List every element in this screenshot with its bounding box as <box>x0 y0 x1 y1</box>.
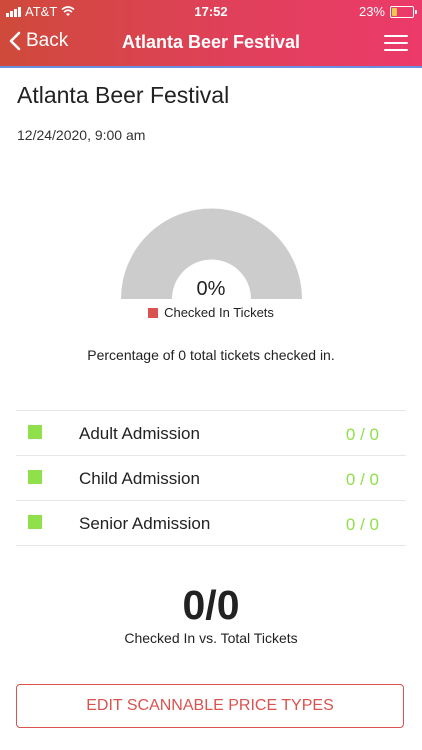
status-square-icon <box>28 470 42 484</box>
list-item: Adult Admission 0 / 0 <box>16 411 406 456</box>
checkin-summary: Percentage of 0 total tickets checked in… <box>87 347 335 363</box>
total-ratio-label: Checked In vs. Total Tickets <box>124 630 298 646</box>
legend-swatch <box>148 307 159 318</box>
admission-count: 0 / 0 <box>345 470 379 489</box>
hamburger-menu-icon[interactable] <box>384 35 408 51</box>
list-item: Senior Admission 0 / 0 <box>16 501 406 546</box>
admission-list: Adult Admission 0 / 0 Child Admission 0 … <box>16 410 406 546</box>
admission-label: Senior Admission <box>79 514 211 533</box>
nav-title: Atlanta Beer Festival <box>121 32 301 52</box>
battery-icon <box>390 5 417 18</box>
list-item: Child Admission 0 / 0 <box>16 456 406 501</box>
edit-price-types-button[interactable]: EDIT SCANNABLE PRICE TYPES <box>16 684 404 728</box>
admission-count: 0 / 0 <box>345 425 379 444</box>
status-right: 23% <box>358 4 417 19</box>
page-title: Atlanta Beer Festival <box>17 82 230 108</box>
admission-label: Adult Admission <box>79 424 200 443</box>
header-divider <box>0 66 422 68</box>
event-datetime: 12/24/2020, 9:00 am <box>17 127 146 143</box>
status-square-icon <box>28 515 42 529</box>
gauge-percent-label: 0% <box>196 278 226 300</box>
total-ratio: 0/0 <box>182 582 240 628</box>
status-square-icon <box>28 425 42 439</box>
battery-percent: 23% <box>358 4 385 19</box>
legend-label: Checked In Tickets <box>164 305 274 320</box>
status-bar: AT&T 17:52 23% <box>0 0 422 22</box>
admission-count: 0 / 0 <box>345 515 379 534</box>
gauge-legend: Checked In Tickets <box>0 305 422 320</box>
admission-label: Child Admission <box>79 469 200 488</box>
